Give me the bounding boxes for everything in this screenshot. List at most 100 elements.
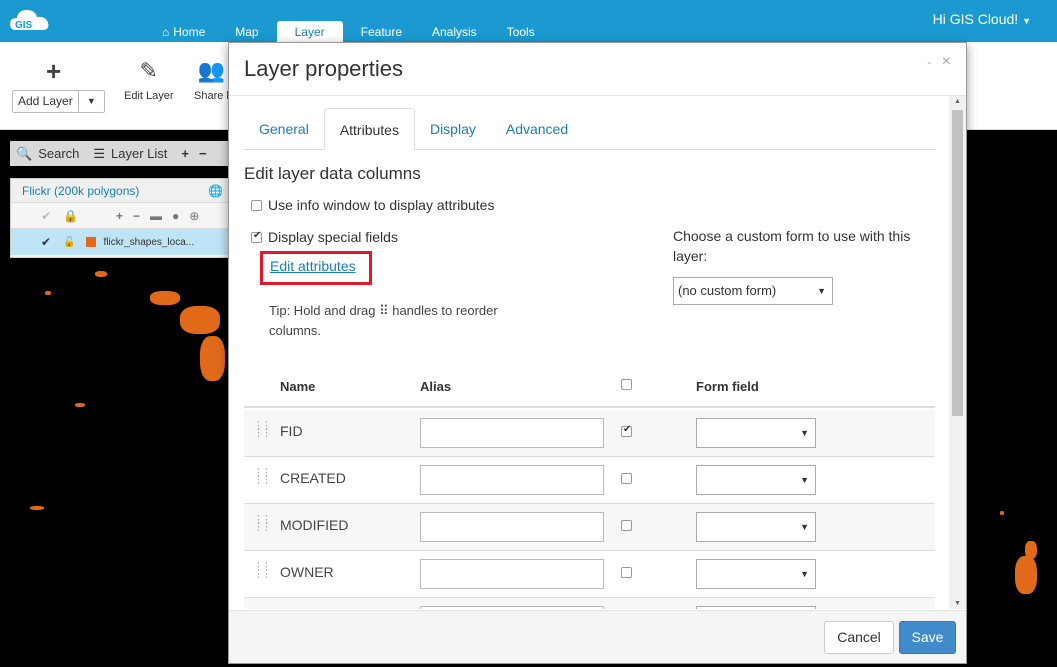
home-icon: ⌂ bbox=[162, 24, 170, 39]
layer-panel-header: 🔍 Search ☰ Layer List + − bbox=[10, 141, 232, 166]
minimize-icon[interactable]: - bbox=[927, 55, 931, 69]
scroll-down-arrow-icon[interactable]: ▼ bbox=[949, 598, 966, 609]
folder-icon[interactable]: ▬ bbox=[150, 209, 162, 223]
column-visible-checkbox[interactable] bbox=[621, 567, 632, 579]
alias-input[interactable] bbox=[420, 559, 604, 589]
minus-icon[interactable]: − bbox=[199, 146, 207, 161]
top-bar: GIS ⌂ Home Map Layer Feature Analysis To… bbox=[0, 0, 1057, 42]
form-field-select[interactable]: ▼ bbox=[696, 512, 816, 542]
users-icon: 👥 bbox=[197, 58, 226, 83]
layer-properties-dialog: Layer properties - × General Attributes … bbox=[228, 42, 967, 664]
caret-down-icon: ▼ bbox=[86, 96, 96, 106]
map-feature bbox=[75, 403, 85, 407]
cancel-button[interactable]: Cancel bbox=[824, 621, 894, 654]
column-name: FID bbox=[280, 423, 303, 439]
map-feature bbox=[1025, 541, 1037, 559]
tab-display[interactable]: Display bbox=[415, 108, 491, 150]
alias-input[interactable] bbox=[420, 465, 604, 495]
nav-layer[interactable]: Layer bbox=[276, 21, 343, 42]
alias-input[interactable] bbox=[420, 418, 604, 448]
drag-handle-icon[interactable]: ⋮⋮ ⋮⋮ bbox=[253, 515, 272, 533]
special-fields-checkbox[interactable] bbox=[251, 230, 262, 243]
caret-down-icon: ▼ bbox=[800, 522, 809, 532]
gis-cloud-logo[interactable]: GIS bbox=[8, 6, 52, 36]
form-field-select[interactable]: ▼ bbox=[696, 606, 816, 609]
main-nav: ⌂ Home Map Layer Feature Analysis Tools bbox=[150, 21, 553, 42]
caret-down-icon: ▼ bbox=[800, 475, 809, 485]
globe-icon[interactable]: 🌐 bbox=[208, 179, 223, 203]
table-header: Name Alias Form field bbox=[244, 366, 935, 408]
reorder-tip: Tip: Hold and drag ⠿ handles to reorder … bbox=[269, 303, 498, 338]
check-icon[interactable]: ✔ bbox=[41, 209, 51, 223]
layer-row[interactable]: ✔ 🔓 flickr_shapes_loca... bbox=[11, 229, 231, 255]
column-visible-checkbox[interactable] bbox=[621, 424, 632, 438]
scroll-thumb[interactable] bbox=[952, 110, 963, 416]
map-feature bbox=[95, 271, 107, 277]
scroll-up-arrow-icon[interactable]: ▲ bbox=[949, 96, 966, 108]
add-icon[interactable]: + bbox=[46, 58, 61, 84]
plus-icon[interactable]: + bbox=[116, 209, 123, 223]
table-row: ⋮⋮ ⋮⋮ OWNER ▼ bbox=[244, 551, 935, 598]
section-title: Edit layer data columns bbox=[244, 164, 421, 183]
plus-icon[interactable]: + bbox=[181, 146, 189, 161]
map-feature bbox=[1015, 556, 1037, 594]
column-name: CREATED bbox=[280, 470, 346, 486]
caret-down-icon: ▼ bbox=[800, 428, 809, 438]
search-icon[interactable]: 🔍 bbox=[16, 146, 32, 162]
map-feature bbox=[1000, 511, 1004, 515]
caret-down-icon: ▼ bbox=[800, 569, 809, 579]
tab-general[interactable]: General bbox=[244, 108, 324, 150]
form-field-select[interactable]: ▼ bbox=[696, 465, 816, 495]
search-button[interactable]: Search bbox=[38, 146, 79, 161]
nav-map[interactable]: Map bbox=[223, 21, 270, 42]
tab-advanced[interactable]: Advanced bbox=[491, 108, 583, 150]
info-window-option: Use info window to display attributes bbox=[251, 197, 494, 213]
unlock-icon[interactable]: 🔓 bbox=[63, 237, 75, 248]
map-feature bbox=[150, 291, 180, 305]
zoom-icon[interactable]: ⊕ bbox=[189, 209, 199, 223]
column-name: MODIFIED bbox=[280, 517, 349, 533]
select-all-checkbox[interactable] bbox=[621, 379, 632, 390]
layer-list-button[interactable]: Layer List bbox=[111, 146, 167, 161]
user-icon[interactable]: ● bbox=[172, 209, 179, 223]
dialog-footer: Cancel Save bbox=[229, 610, 966, 663]
save-button[interactable]: Save bbox=[899, 621, 956, 654]
form-field-select[interactable]: ▼ bbox=[696, 418, 816, 448]
drag-handle-icon[interactable]: ⋮⋮ ⋮⋮ bbox=[253, 421, 272, 439]
nav-home[interactable]: ⌂ Home bbox=[150, 21, 217, 42]
edit-attributes-link[interactable]: Edit attributes bbox=[270, 258, 356, 274]
nav-analysis[interactable]: Analysis bbox=[420, 21, 489, 42]
check-icon[interactable]: ✔ bbox=[41, 235, 51, 249]
table-row: ⋮⋮⋮⋮woe_id▼ bbox=[244, 598, 935, 609]
table-row: ⋮⋮⋮⋮ FID ▼ bbox=[244, 410, 935, 457]
special-fields-option: Display special fields bbox=[251, 229, 398, 245]
lock-icon[interactable]: 🔒 bbox=[63, 209, 78, 223]
nav-feature[interactable]: Feature bbox=[349, 21, 414, 42]
edit-layer-button[interactable]: ✎ Edit Layer bbox=[124, 58, 174, 102]
info-window-checkbox[interactable] bbox=[251, 199, 262, 211]
column-visible-checkbox[interactable] bbox=[621, 520, 632, 532]
nav-tools[interactable]: Tools bbox=[495, 21, 547, 42]
user-menu[interactable]: Hi GIS Cloud! ▼ bbox=[933, 11, 1031, 27]
drag-handle-icon[interactable]: ⋮⋮ ⋮⋮ bbox=[253, 468, 272, 486]
share-button[interactable]: 👥 Share l bbox=[194, 58, 229, 102]
edit-icon: ✎ bbox=[139, 58, 158, 83]
minus-icon[interactable]: − bbox=[133, 209, 140, 223]
custom-form-select[interactable]: (no custom form) ▼ bbox=[673, 277, 833, 305]
dialog-tabs: General Attributes Display Advanced bbox=[244, 108, 935, 150]
alias-input[interactable] bbox=[420, 512, 604, 542]
column-visible-checkbox[interactable] bbox=[621, 473, 632, 485]
column-name: OWNER bbox=[280, 564, 334, 580]
close-icon[interactable]: × bbox=[942, 53, 951, 70]
layer-group[interactable]: Flickr (200k polygons) 🌐 bbox=[11, 179, 231, 203]
form-field-select[interactable]: ▼ bbox=[696, 559, 816, 589]
tab-attributes[interactable]: Attributes bbox=[323, 108, 415, 150]
dialog-title: Layer properties bbox=[244, 56, 403, 81]
list-icon: ☰ bbox=[93, 145, 106, 161]
drag-handle-icon[interactable]: ⋮⋮ ⋮⋮ bbox=[253, 562, 272, 580]
alias-input[interactable] bbox=[420, 606, 604, 609]
layer-tools: ✔ 🔒 + − ▬ ● ⊕ bbox=[11, 203, 231, 229]
layer-list: Flickr (200k polygons) 🌐 ✔ 🔒 + − ▬ ● ⊕ ✔… bbox=[10, 178, 232, 258]
add-layer-dropdown[interactable]: Add Layer ▼ bbox=[12, 90, 105, 113]
dialog-scrollbar[interactable]: ▲ ▼ bbox=[949, 96, 966, 609]
